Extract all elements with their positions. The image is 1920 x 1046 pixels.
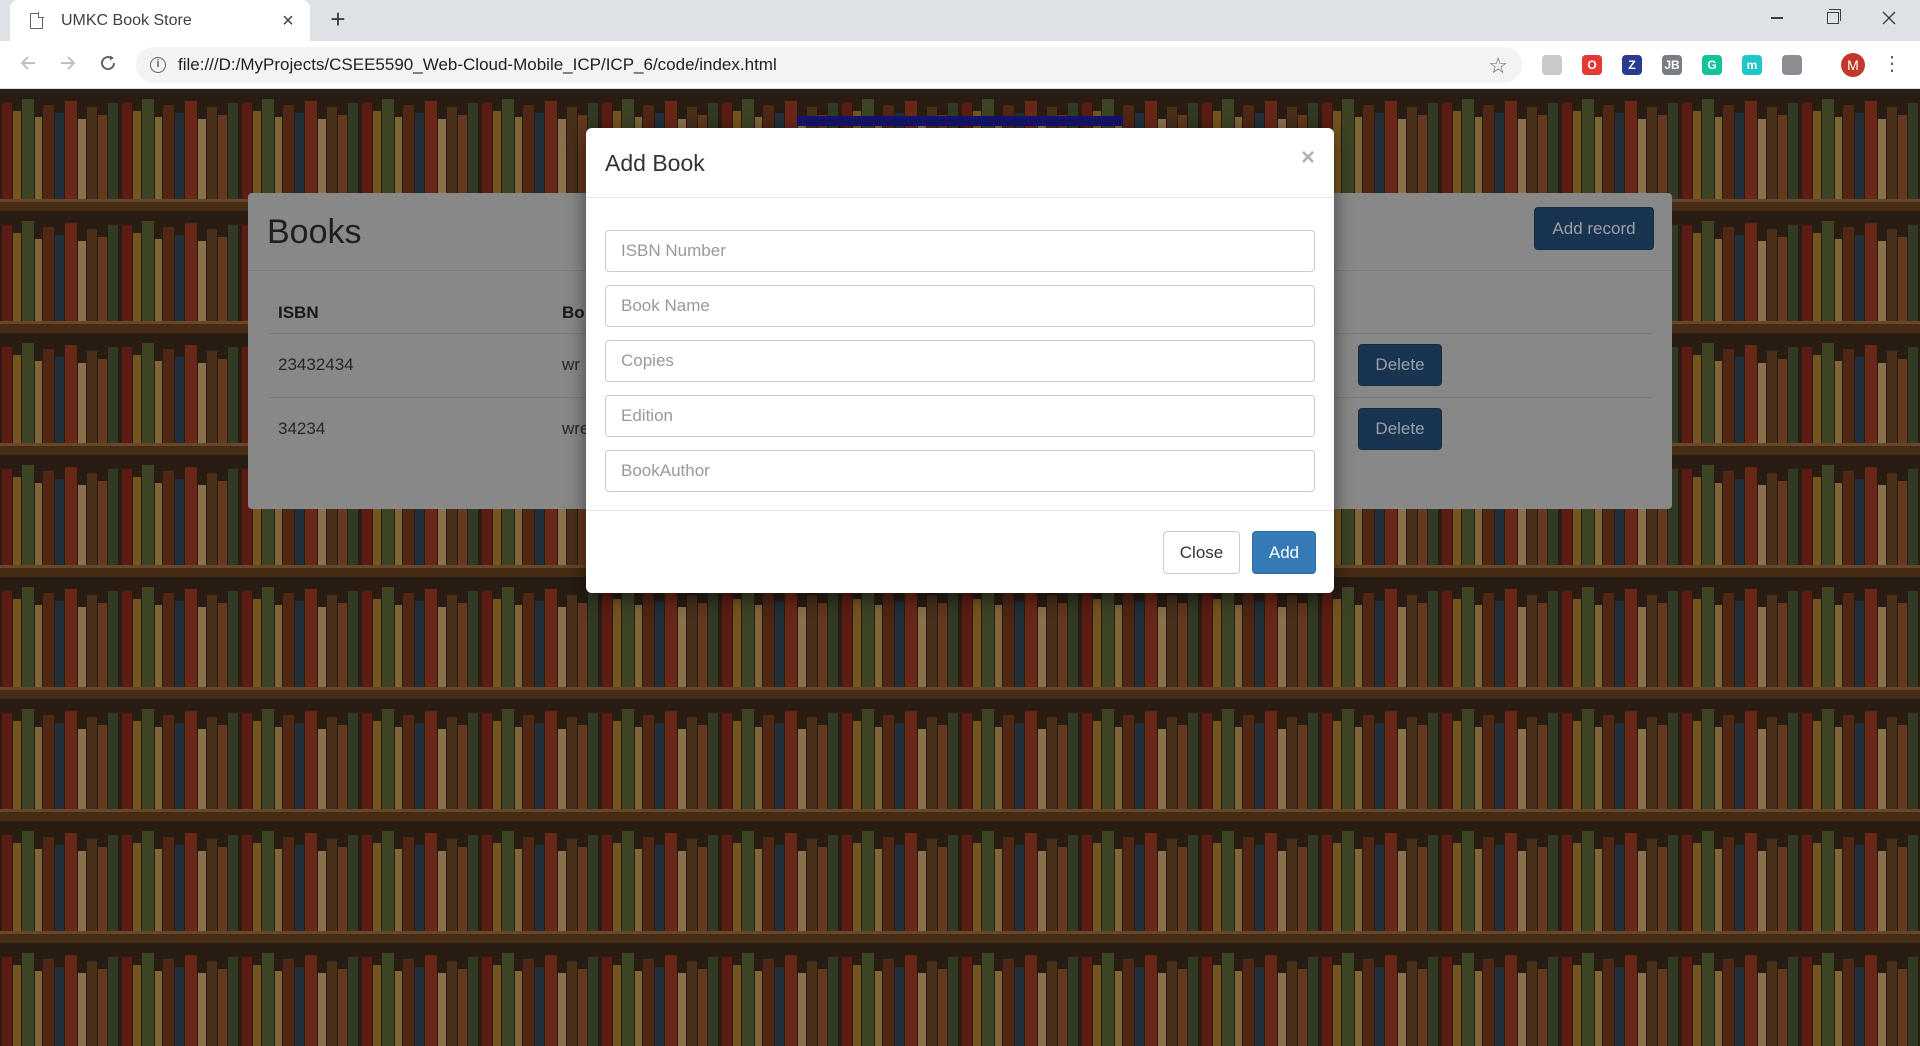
minimize-button[interactable] (1754, 0, 1800, 36)
window-close-icon (1882, 11, 1896, 25)
new-tab-button[interactable]: + (324, 6, 352, 34)
modal-footer-divider (586, 510, 1334, 511)
bookmark-star-icon[interactable]: ☆ (1488, 53, 1508, 79)
address-bar[interactable]: i file:///D:/MyProjects/CSEE5590_Web-Clo… (136, 47, 1522, 83)
back-button[interactable] (14, 51, 42, 79)
book-name-input[interactable] (605, 285, 1315, 327)
zotero-extension-icon[interactable]: Z (1622, 55, 1642, 75)
reload-button[interactable] (94, 51, 122, 79)
modal-header: Add Book × (586, 128, 1334, 198)
browser-menu-icon[interactable]: ⋮ (1882, 53, 1902, 77)
book-author-input[interactable] (605, 450, 1315, 492)
arrow-right-icon (61, 56, 76, 70)
window-close-button[interactable] (1866, 0, 1912, 36)
opera-extension-icon[interactable]: O (1582, 55, 1602, 75)
reload-icon (101, 55, 116, 71)
tab-close-icon[interactable]: × (278, 11, 298, 31)
modal-title: Add Book (605, 150, 705, 176)
copies-input[interactable] (605, 340, 1315, 382)
edition-input[interactable] (605, 395, 1315, 437)
browser-tab[interactable]: UMKC Book Store × (10, 0, 310, 41)
modal-close-icon[interactable]: × (1301, 144, 1315, 172)
pdf-extension-icon[interactable] (1542, 55, 1562, 75)
isbn-input[interactable] (605, 230, 1315, 272)
restore-icon (1827, 9, 1841, 24)
tab-title: UMKC Book Store (61, 11, 192, 29)
arrow-left-icon (20, 56, 35, 70)
jb-extension-icon[interactable]: JB (1662, 55, 1682, 75)
camera-extension-icon[interactable] (1782, 55, 1802, 75)
add-book-modal: Add Book × Close Add (586, 128, 1334, 593)
info-icon[interactable]: i (150, 57, 166, 73)
document-icon (30, 11, 44, 29)
forward-button[interactable] (54, 51, 82, 79)
minimize-icon (1771, 17, 1783, 19)
url-text: file:///D:/MyProjects/CSEE5590_Web-Cloud… (178, 55, 777, 74)
close-button[interactable]: Close (1163, 531, 1240, 574)
browser-toolbar: i file:///D:/MyProjects/CSEE5590_Web-Clo… (0, 41, 1920, 89)
mercury-extension-icon[interactable]: m (1742, 55, 1762, 75)
tab-strip: UMKC Book Store × + (0, 0, 1920, 41)
grammarly-extension-icon[interactable]: G (1702, 55, 1722, 75)
add-button[interactable]: Add (1252, 531, 1316, 574)
profile-avatar[interactable]: M (1841, 53, 1865, 77)
page-viewport: Books Add record ISBN Bo 23432434 wr Del… (0, 89, 1920, 1046)
restore-button[interactable] (1810, 0, 1856, 36)
